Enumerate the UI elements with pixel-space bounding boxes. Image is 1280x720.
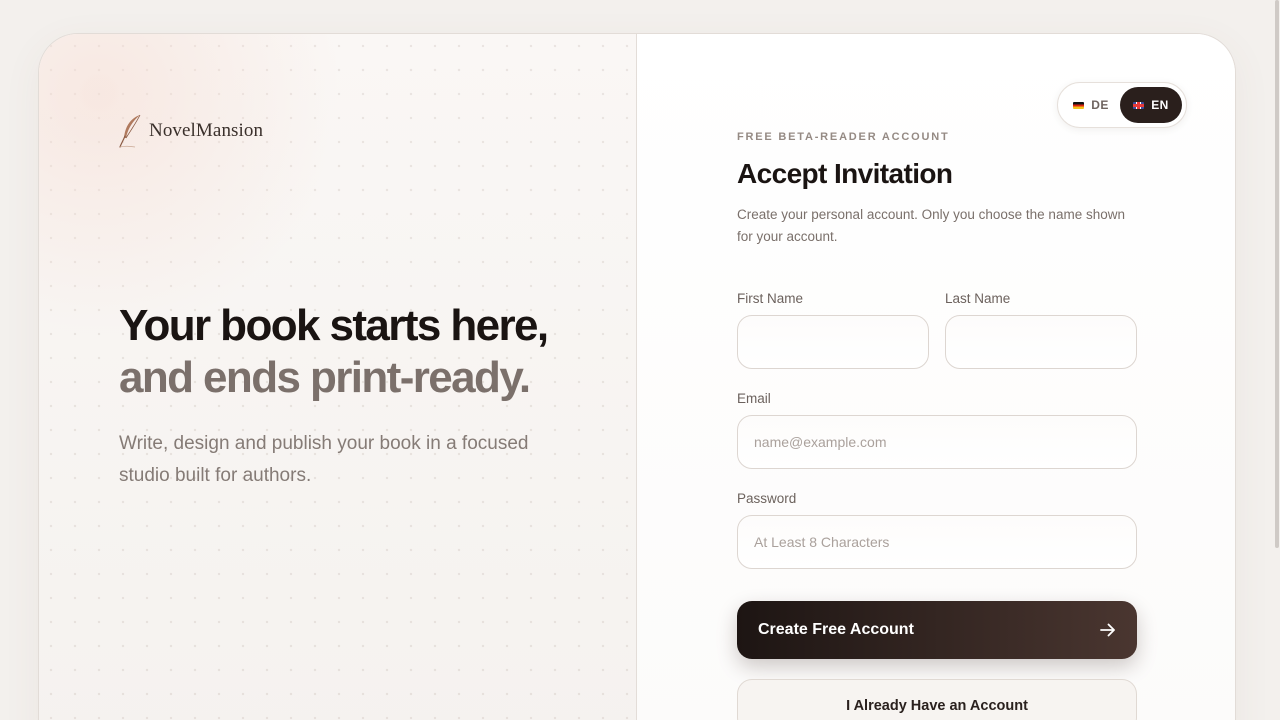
form-description: Create your personal account. Only you c… [737, 207, 1125, 244]
first-name-input[interactable] [737, 315, 929, 369]
flag-de-icon [1073, 101, 1085, 109]
password-label: Password [737, 491, 797, 506]
email-input[interactable] [737, 415, 1137, 469]
create-account-button[interactable]: Create Free Account [737, 601, 1137, 659]
form-eyebrow: FREE BETA-READER ACCOUNT [737, 131, 950, 143]
brand-name: NovelMansion [149, 120, 264, 141]
brand-logo[interactable]: NovelMansion [119, 114, 263, 148]
flag-uk-icon [1133, 101, 1145, 109]
page-scrollbar[interactable] [1274, 0, 1280, 720]
hero-headline: Your book starts here, and ends print-re… [119, 300, 599, 404]
password-input[interactable] [737, 515, 1137, 569]
last-name-label: Last Name [945, 291, 1011, 306]
language-label-de: DE [1091, 98, 1109, 112]
arrow-right-icon [1100, 623, 1115, 637]
hero-headline-line2: and ends print-ready. [119, 353, 531, 402]
last-name-input[interactable] [945, 315, 1137, 369]
email-label: Email [737, 391, 771, 406]
language-option-en[interactable]: EN [1120, 87, 1182, 123]
form-title: Accept Invitation [737, 158, 953, 189]
language-option-de[interactable]: DE [1062, 87, 1120, 123]
feather-quill-icon [119, 114, 141, 148]
hero-panel: NovelMansion Your book starts here, and … [39, 34, 637, 720]
language-label-en: EN [1151, 98, 1169, 112]
create-account-label: Create Free Account [758, 621, 914, 638]
signup-panel: DE EN FREE BETA-READER ACCOUNT Accept In… [637, 34, 1235, 720]
existing-account-label: I Already Have an Account [846, 698, 1028, 714]
auth-card: NovelMansion Your book starts here, and … [38, 33, 1236, 720]
page-scrollbar-thumb[interactable] [1275, 0, 1279, 548]
hero-subtext: Write, design and publish your book in a… [119, 433, 529, 486]
hero-headline-line1: Your book starts here, [119, 301, 549, 350]
existing-account-button[interactable]: I Already Have an Account [737, 679, 1137, 720]
first-name-label: First Name [737, 291, 804, 306]
language-switcher: DE EN [1057, 82, 1187, 128]
